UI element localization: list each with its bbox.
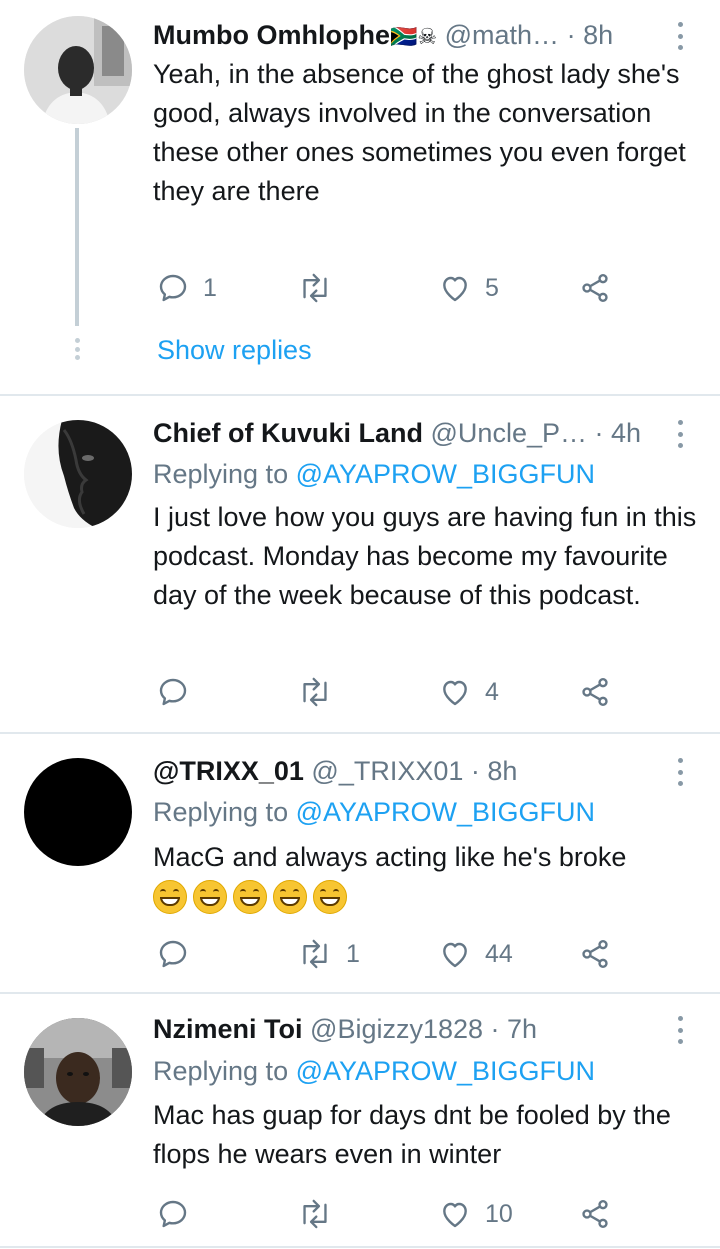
reply-button[interactable] — [157, 934, 203, 974]
avatar[interactable] — [24, 1018, 132, 1126]
tweet-text: MacG and always acting like he's broke — [153, 842, 627, 872]
timestamp: · 8h — [470, 756, 518, 786]
replying-to: Replying to @AYAPROW_BIGGFUN — [153, 795, 595, 829]
tweet-3[interactable]: @TRIXX_01 @_TRIXX01 · 8h Replying to @AY… — [0, 734, 720, 992]
grinning-emoji-row — [153, 880, 347, 914]
more-options-icon[interactable] — [676, 22, 684, 50]
handle[interactable]: @Uncle_P… — [431, 418, 587, 448]
reply-icon — [159, 274, 187, 302]
tweet-text: Yeah, in the absence of the ghost lady s… — [153, 59, 686, 206]
tweet-1[interactable]: Mumbo Omhlophe🇿🇦☠ @math… · 8h Yeah, in t… — [0, 0, 720, 394]
avatar[interactable] — [24, 758, 132, 866]
tweet-header: Nzimeni Toi @Bigizzy1828 · 7h — [153, 1012, 680, 1046]
action-bar: 4 — [153, 672, 623, 712]
more-options-icon[interactable] — [676, 1016, 684, 1044]
thread-dots — [74, 338, 80, 360]
reply-icon — [159, 1200, 187, 1228]
reply-button[interactable] — [157, 1194, 203, 1234]
action-bar: 1 44 — [153, 934, 623, 974]
tweet-header: Mumbo Omhlophe🇿🇦☠ @math… · 8h — [153, 18, 680, 52]
show-replies-link[interactable]: Show replies — [157, 333, 312, 367]
like-button[interactable]: 5 — [439, 268, 499, 308]
tweet-header: Chief of Kuvuki Land @Uncle_P… · 4h — [153, 416, 680, 450]
more-options-icon[interactable] — [676, 758, 684, 786]
share-icon — [582, 274, 608, 302]
name-emoji: 🇿🇦☠ — [389, 24, 438, 49]
share-icon — [582, 940, 608, 968]
tweet-text: Mac has guap for days dnt be fooled by t… — [153, 1100, 671, 1169]
retweet-button[interactable]: 1 — [298, 934, 360, 974]
share-button[interactable] — [579, 1194, 611, 1234]
replying-handle-link[interactable]: @AYAPROW_BIGGFUN — [296, 1056, 595, 1086]
replying-prefix: Replying to — [153, 459, 289, 489]
retweet-button[interactable] — [298, 672, 346, 712]
share-button[interactable] — [579, 672, 611, 712]
display-name[interactable]: @TRIXX_01 — [153, 756, 304, 786]
timestamp: · 7h — [490, 1014, 538, 1044]
grinning-emoji-icon — [233, 880, 267, 914]
like-button[interactable]: 44 — [439, 934, 513, 974]
like-button[interactable]: 4 — [439, 672, 499, 712]
retweet-icon — [303, 677, 327, 707]
handle[interactable]: @math… — [445, 20, 559, 50]
reply-icon — [159, 678, 187, 706]
like-count: 44 — [485, 939, 513, 968]
retweet-icon — [303, 939, 327, 969]
retweet-icon — [303, 1199, 327, 1229]
divider — [0, 1246, 720, 1248]
heart-icon — [443, 942, 467, 968]
reply-button[interactable]: 1 — [157, 268, 217, 308]
retweet-count: 1 — [346, 939, 360, 968]
display-name[interactable]: Nzimeni Toi — [153, 1014, 303, 1044]
action-bar: 1 5 — [153, 268, 623, 308]
handle[interactable]: @Bigizzy1828 — [310, 1014, 483, 1044]
share-button[interactable] — [579, 934, 611, 974]
more-options-icon[interactable] — [676, 420, 684, 448]
grinning-emoji-icon — [153, 880, 187, 914]
avatar[interactable] — [24, 16, 132, 124]
tweet-4[interactable]: Nzimeni Toi @Bigizzy1828 · 7h Replying t… — [0, 994, 720, 1249]
handle[interactable]: @_TRIXX01 — [311, 756, 463, 786]
timestamp: · 4h — [594, 418, 642, 448]
grinning-emoji-icon — [193, 880, 227, 914]
replying-handle-link[interactable]: @AYAPROW_BIGGFUN — [296, 459, 595, 489]
retweet-button[interactable] — [298, 1194, 346, 1234]
tweet-header: @TRIXX_01 @_TRIXX01 · 8h — [153, 754, 680, 788]
tweet-text: I just love how you guys are having fun … — [153, 502, 697, 610]
like-count: 10 — [485, 1199, 513, 1228]
replying-prefix: Replying to — [153, 1056, 289, 1086]
thread-line — [75, 128, 79, 326]
timestamp: · 8h — [566, 20, 614, 50]
retweet-icon — [303, 273, 327, 303]
display-name[interactable]: Mumbo Omhlophe — [153, 20, 390, 50]
replying-prefix: Replying to — [153, 797, 289, 827]
replying-to: Replying to @AYAPROW_BIGGFUN — [153, 1054, 595, 1088]
share-icon — [582, 678, 608, 706]
heart-icon — [443, 1202, 467, 1228]
heart-icon — [443, 276, 467, 302]
reply-button[interactable] — [157, 672, 203, 712]
replying-handle-link[interactable]: @AYAPROW_BIGGFUN — [296, 797, 595, 827]
tweet-2[interactable]: Chief of Kuvuki Land @Uncle_P… · 4h Repl… — [0, 396, 720, 732]
share-icon — [582, 1200, 608, 1228]
display-name[interactable]: Chief of Kuvuki Land — [153, 418, 423, 448]
grinning-emoji-icon — [273, 880, 307, 914]
like-count: 4 — [485, 677, 499, 706]
retweet-button[interactable] — [298, 268, 346, 308]
avatar[interactable] — [24, 420, 132, 528]
reply-icon — [159, 940, 187, 968]
share-button[interactable] — [579, 268, 611, 308]
like-button[interactable]: 10 — [439, 1194, 513, 1234]
grinning-emoji-icon — [313, 880, 347, 914]
action-bar: 10 — [153, 1194, 623, 1234]
replying-to: Replying to @AYAPROW_BIGGFUN — [153, 457, 595, 491]
heart-icon — [443, 680, 467, 706]
like-count: 5 — [485, 273, 499, 302]
reply-count: 1 — [203, 273, 217, 302]
